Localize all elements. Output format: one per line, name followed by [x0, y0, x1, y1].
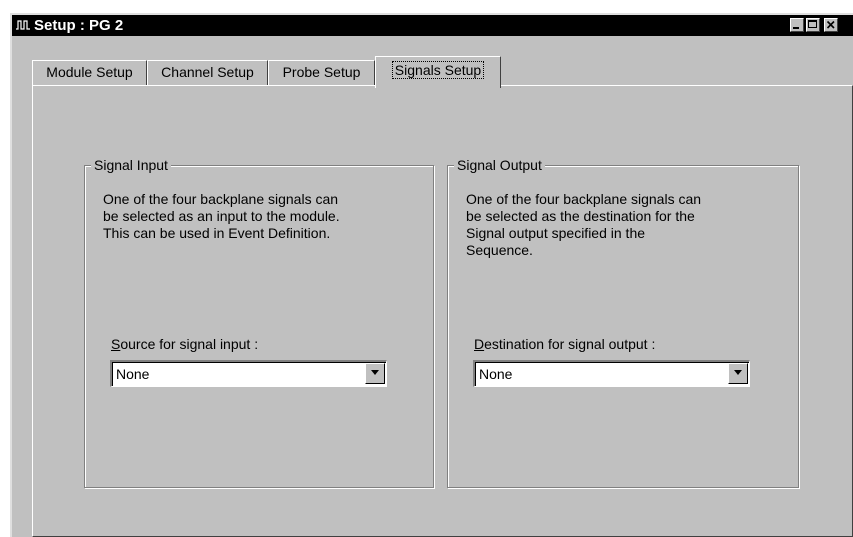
- signal-output-dropdown-button[interactable]: [728, 363, 748, 384]
- description-line: One of the four backplane signals can: [103, 191, 339, 207]
- signal-waveform-icon[interactable]: [15, 18, 31, 32]
- signal-input-group-title: Signal Input: [91, 157, 171, 173]
- close-button[interactable]: [824, 18, 838, 32]
- title-bar[interactable]: Setup : PG 2: [12, 15, 853, 36]
- description-line: be selected as the destination for the: [466, 208, 695, 224]
- description-line: One of the four backplane signals can: [466, 191, 702, 207]
- label-mnemonic: D: [474, 336, 485, 352]
- dropdown-arrow-icon: [371, 370, 379, 375]
- minimize-button[interactable]: [790, 18, 804, 32]
- signal-output-group: Signal Output One of the four backplane …: [447, 157, 799, 488]
- signal-output-destination-select[interactable]: None: [473, 360, 750, 387]
- description-line: be selected as an input to the module.: [103, 208, 340, 224]
- maximize-button[interactable]: [806, 18, 820, 32]
- label-text: estination for signal output :: [484, 336, 656, 352]
- signal-output-selected-value: None: [479, 366, 513, 382]
- tab-label: Channel Setup: [161, 64, 254, 80]
- tab-channel-setup[interactable]: Channel Setup: [147, 60, 268, 85]
- signal-input-selected-value: None: [116, 366, 150, 382]
- dropdown-arrow-icon: [734, 370, 742, 375]
- tab-label: Signals Setup: [391, 61, 485, 79]
- setup-window: Setup : PG 2 Module Setup Channel Setup …: [10, 13, 853, 537]
- close-icon: [826, 20, 835, 29]
- signal-output-description: One of the four backplane signals can be…: [466, 191, 766, 259]
- destination-for-signal-output-label: Destination for signal output :: [474, 336, 655, 353]
- maximize-icon: [808, 20, 817, 28]
- window-title: Setup : PG 2: [34, 17, 124, 34]
- source-for-signal-input-label: Source for signal input :: [111, 336, 258, 353]
- tab-signals-setup[interactable]: Signals Setup: [375, 56, 501, 88]
- signal-input-group: Signal Input One of the four backplane s…: [84, 157, 434, 488]
- label-text: ource for signal input :: [120, 336, 259, 352]
- signal-input-source-select[interactable]: None: [110, 360, 387, 387]
- minimize-icon: [793, 27, 799, 29]
- description-line: Sequence.: [466, 242, 533, 258]
- tab-label: Probe Setup: [282, 64, 361, 80]
- signal-input-dropdown-button[interactable]: [365, 363, 385, 384]
- description-line: Signal output specified in the: [466, 225, 646, 241]
- description-line: This can be used in Event Definition.: [103, 225, 331, 241]
- tab-probe-setup[interactable]: Probe Setup: [268, 60, 375, 85]
- signal-output-group-title: Signal Output: [454, 157, 545, 173]
- label-mnemonic: S: [111, 336, 121, 352]
- signal-input-description: One of the four backplane signals can be…: [103, 191, 403, 242]
- tab-label: Module Setup: [46, 64, 133, 80]
- tab-module-setup[interactable]: Module Setup: [32, 60, 147, 85]
